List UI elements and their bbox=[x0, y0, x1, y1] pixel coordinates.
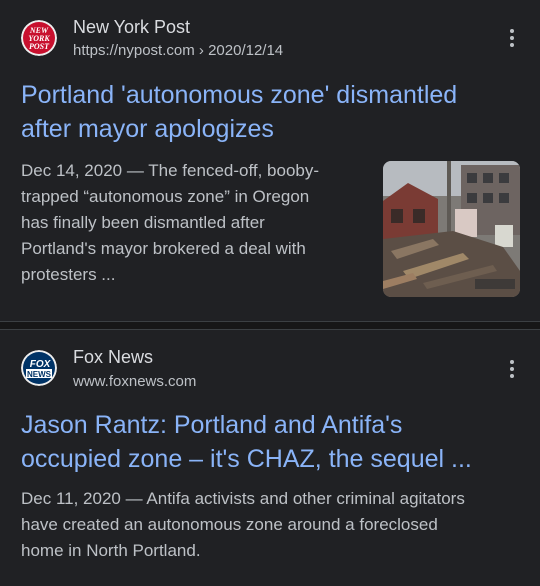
title-line: Portland 'autonomous zone' dismantled bbox=[21, 81, 458, 109]
url-path: 2020/12/14 bbox=[208, 42, 284, 59]
snippet-line: have created an autonomous zone around a… bbox=[21, 515, 438, 534]
snippet-line: home in North Portland. bbox=[21, 541, 201, 560]
snippet-line: trapped “autonomous zone” in Oregon bbox=[21, 187, 310, 206]
snippet-line: has finally been dismantled after bbox=[21, 213, 265, 232]
favicon-text-line: FOX bbox=[30, 359, 52, 370]
snippet-line: — Antifa activists and other criminal ag… bbox=[125, 489, 465, 508]
search-result-foxnews: FOX NEWS Fox News www.foxnews.com Jason … bbox=[0, 330, 540, 586]
site-url[interactable]: https://nypost.com › 2020/12/14 bbox=[73, 42, 283, 59]
favicon-text-line: NEWS bbox=[27, 370, 52, 379]
results-divider bbox=[0, 321, 540, 330]
more-options-icon[interactable] bbox=[498, 24, 526, 52]
title-line: occupied zone – it's CHAZ, the sequel ..… bbox=[21, 445, 472, 473]
result-thumbnail[interactable] bbox=[383, 161, 520, 297]
result-title-link[interactable]: Jason Rantz: Portland and Antifa's occup… bbox=[21, 408, 521, 476]
url-separator: › bbox=[194, 42, 209, 59]
result-title-link[interactable]: Portland 'autonomous zone' dismantled af… bbox=[21, 78, 521, 146]
title-line: Jason Rantz: Portland and Antifa's bbox=[21, 411, 403, 439]
more-options-icon[interactable] bbox=[498, 355, 526, 383]
search-result-nypost: NEW YORK POST New York Post https://nypo… bbox=[0, 0, 540, 321]
site-name[interactable]: Fox News bbox=[73, 347, 153, 368]
result-date: Dec 14, 2020 bbox=[21, 161, 123, 180]
result-snippet: Dec 11, 2020 — Antifa activists and othe… bbox=[21, 486, 521, 564]
title-line: after mayor apologizes bbox=[21, 115, 274, 143]
snippet-line: protesters ... bbox=[21, 265, 116, 284]
favicon-text-line: POST bbox=[29, 42, 50, 51]
url-base: https://nypost.com bbox=[73, 42, 195, 59]
snippet-line: — The fenced-off, booby- bbox=[126, 161, 320, 180]
site-url[interactable]: www.foxnews.com bbox=[73, 373, 196, 390]
nypost-favicon-icon[interactable]: NEW YORK POST bbox=[21, 20, 57, 56]
site-name[interactable]: New York Post bbox=[73, 17, 190, 38]
result-date: Dec 11, 2020 bbox=[21, 489, 121, 508]
snippet-line: Portland's mayor brokered a deal with bbox=[21, 239, 306, 258]
foxnews-favicon-icon[interactable]: FOX NEWS bbox=[21, 350, 57, 386]
result-snippet: Dec 14, 2020 — The fenced-off, booby- tr… bbox=[21, 158, 366, 288]
